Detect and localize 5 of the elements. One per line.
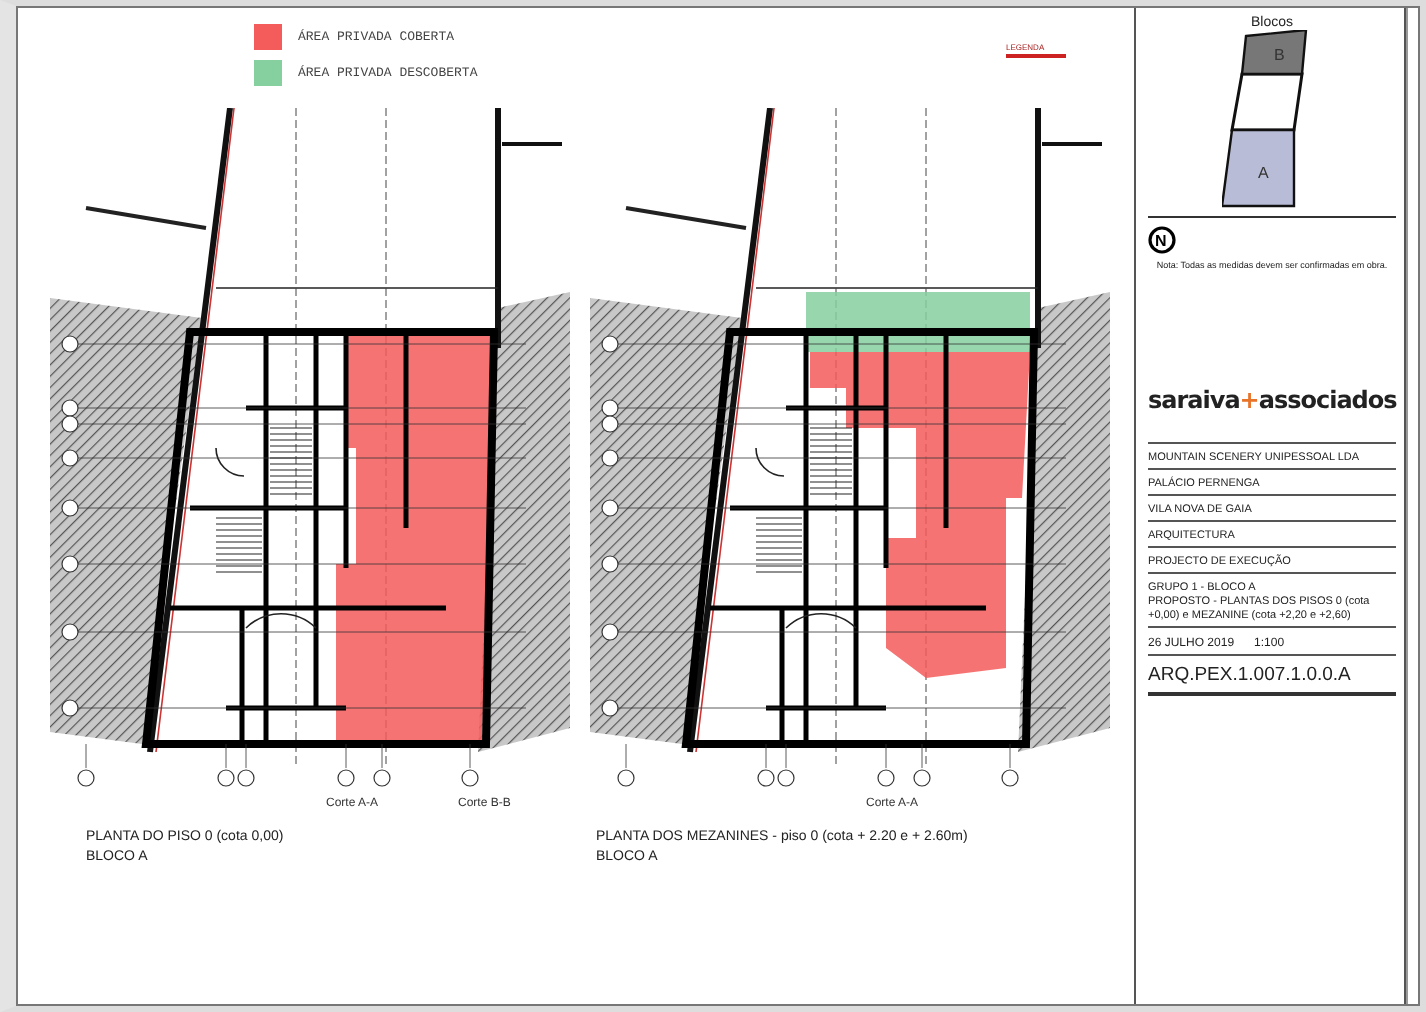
building-block: A: [1222, 128, 1296, 208]
drawing-number: ARQ.PEX.1.007.1.0.0.A: [1148, 654, 1396, 696]
building-block: B: [1240, 30, 1308, 76]
company-logo: saraiva+associados: [1148, 386, 1397, 414]
section-line-symbol: [1006, 54, 1066, 58]
